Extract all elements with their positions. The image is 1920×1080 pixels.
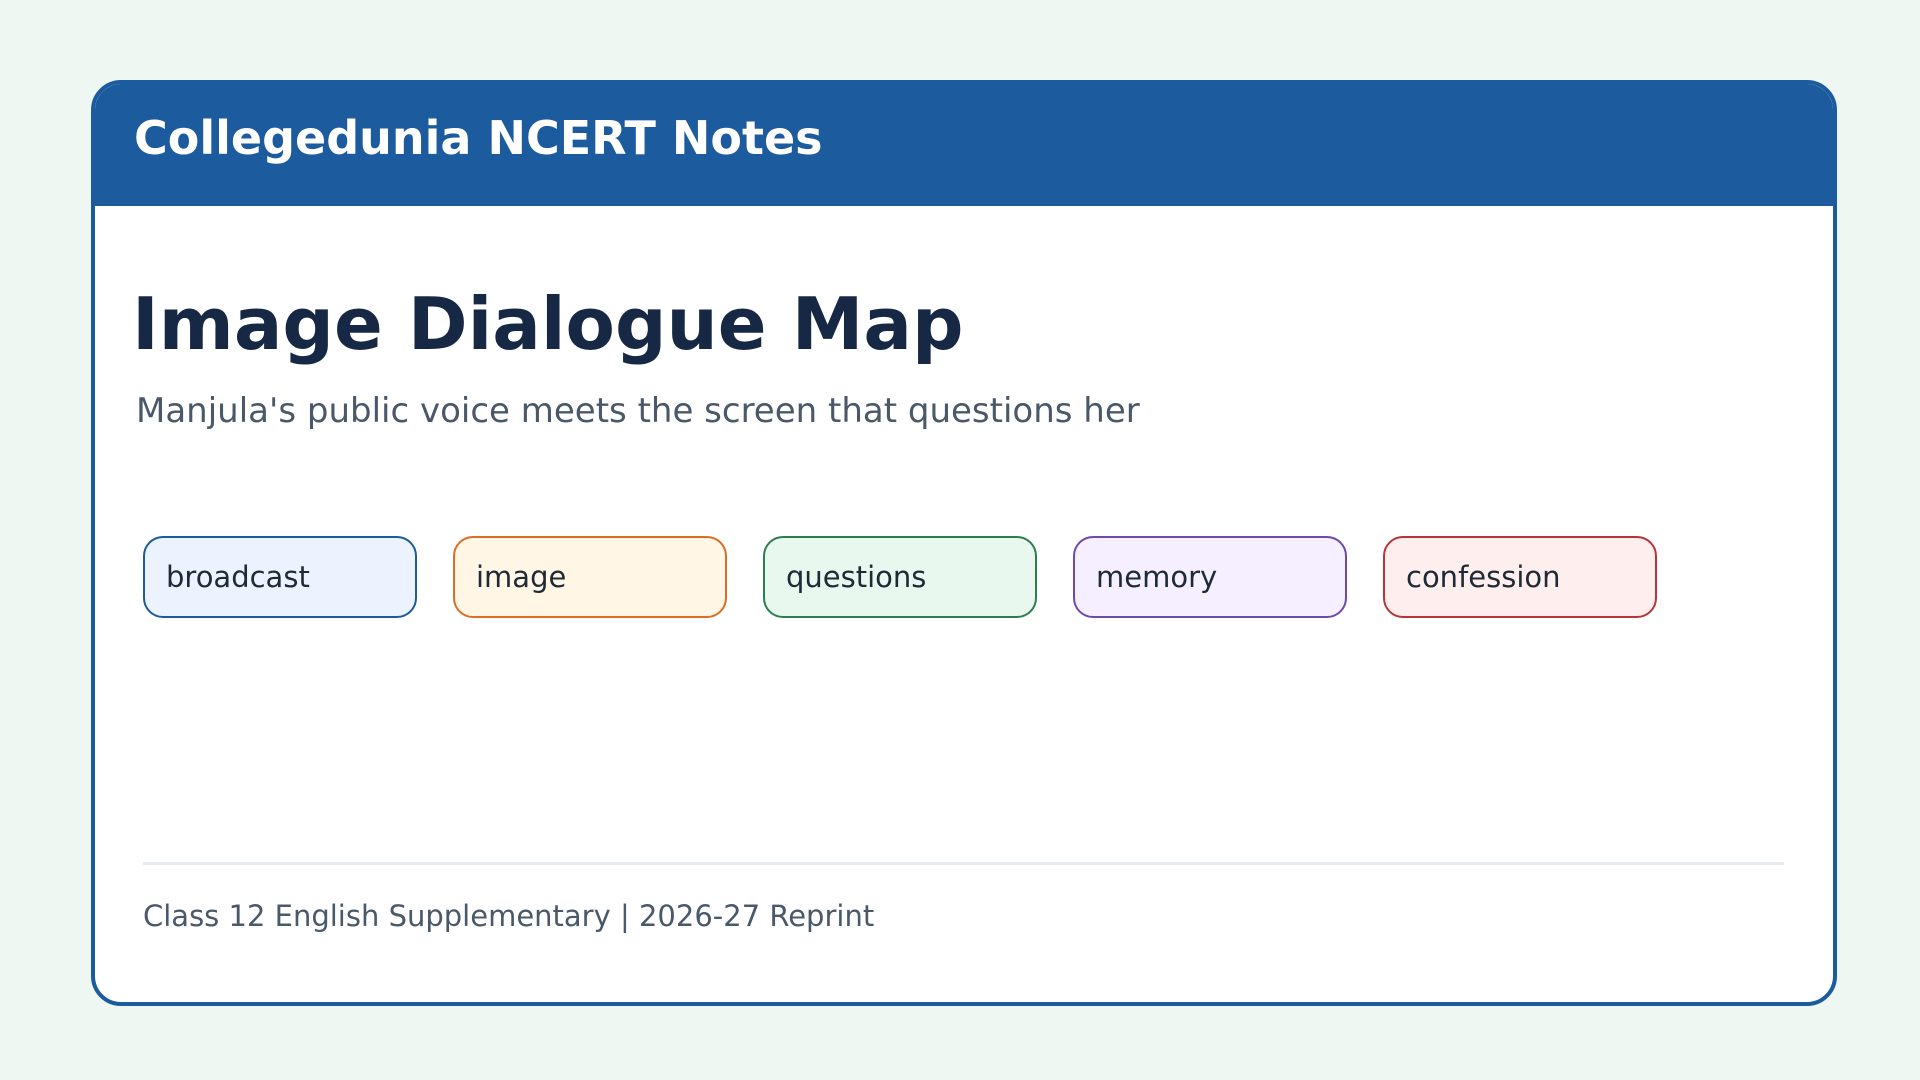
page-subtitle: Manjula's public voice meets the screen … bbox=[136, 391, 1140, 431]
tag-memory: memory bbox=[1073, 536, 1347, 618]
footer-divider bbox=[143, 862, 1784, 865]
theme-tag-list: broadcast image questions memory confess… bbox=[143, 536, 1743, 622]
footer-caption: Class 12 English Supplementary | 2026-27… bbox=[143, 899, 875, 933]
page-title: Image Dialogue Map bbox=[132, 282, 964, 366]
header-band: Collegedunia NCERT Notes bbox=[95, 84, 1833, 206]
tag-confession: confession bbox=[1383, 536, 1657, 618]
tag-questions: questions bbox=[763, 536, 1037, 618]
brand-title: Collegedunia NCERT Notes bbox=[134, 111, 823, 165]
tag-broadcast: broadcast bbox=[143, 536, 417, 618]
tag-image: image bbox=[453, 536, 727, 618]
notes-card: Collegedunia NCERT Notes Image Dialogue … bbox=[91, 80, 1837, 1006]
